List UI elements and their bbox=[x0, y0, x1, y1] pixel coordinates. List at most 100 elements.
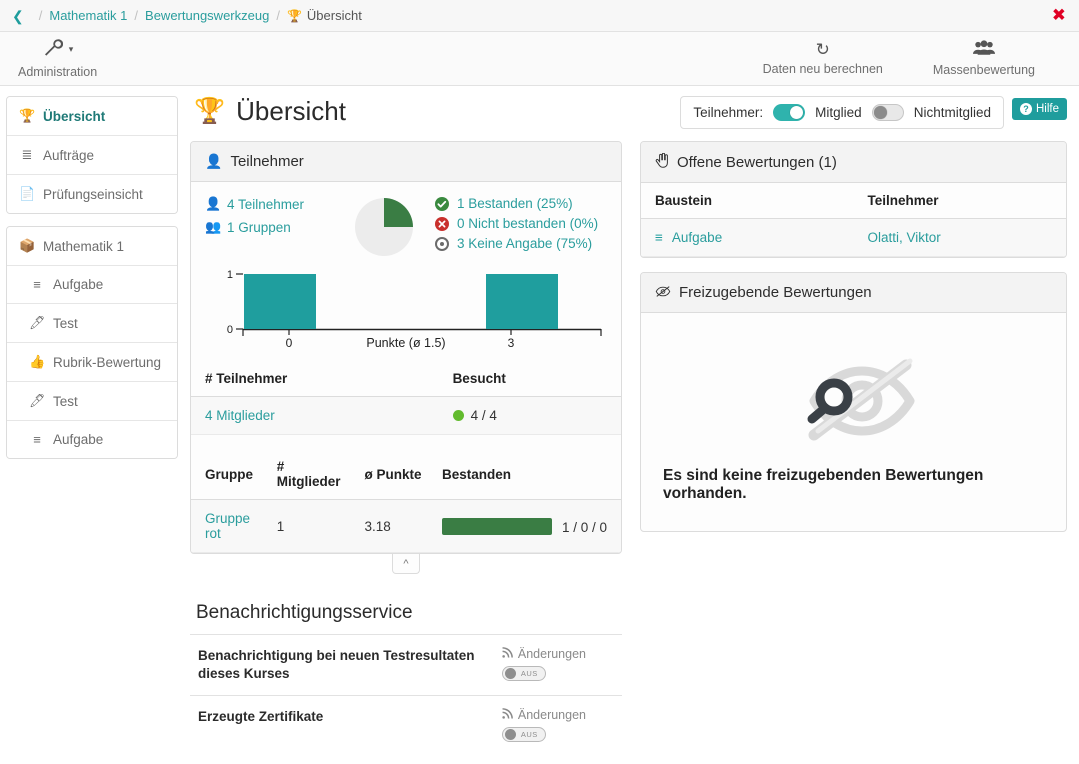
eye-slash-icon bbox=[655, 285, 671, 301]
pencil-square-icon: 🖊 bbox=[29, 393, 46, 408]
page-body: 🏆 Übersicht ≣ Aufträge 📄 Prüfungseinsich… bbox=[0, 86, 1079, 763]
legend-bestanden: 1 Bestanden (25%) bbox=[435, 196, 598, 211]
cell-avg-points: 3.18 bbox=[364, 499, 442, 553]
toggle-knob bbox=[504, 668, 516, 679]
release-assessments-title: Freizugebende Bewertungen bbox=[679, 284, 872, 301]
xtick-0: 0 bbox=[286, 336, 293, 350]
notification-toggle[interactable]: AUS bbox=[501, 666, 546, 681]
trophy-icon: 🏆 bbox=[194, 97, 226, 125]
toggle-nichtmitglied-label: Nichtmitglied bbox=[913, 105, 991, 120]
recalculate-data-button[interactable]: ↻ Daten neu berechnen bbox=[755, 39, 891, 78]
cell-passed: 1 / 0 / 0 bbox=[441, 499, 621, 553]
cell-teilnehmer: Olatti, Viktor bbox=[853, 218, 1066, 257]
members-link[interactable]: 4 Mitglieder bbox=[205, 408, 275, 423]
empty-state-message: Es sind keine freizugebenden Bewertungen… bbox=[663, 467, 984, 502]
notification-label: Erzeugte Zertifikate bbox=[198, 708, 324, 724]
col-teilnehmer: Teilnehmer bbox=[853, 183, 1066, 219]
table-row: 4 Mitglieder 4 / 4 bbox=[191, 396, 621, 435]
pass-distribution-pie-chart bbox=[355, 198, 413, 256]
notification-control: Änderungen AUS bbox=[501, 707, 614, 742]
right-column: Teilnehmer: Mitglied Nichtmitglied ? Hil… bbox=[626, 96, 1079, 763]
bulk-assessment-button[interactable]: Massenbewertung bbox=[925, 38, 1043, 79]
group-link[interactable]: Gruppe rot bbox=[205, 511, 250, 541]
toggle-mitglied[interactable] bbox=[773, 104, 806, 121]
open-assessments-title: Offene Bewertungen (1) bbox=[677, 153, 837, 171]
bar-3 bbox=[486, 274, 558, 329]
toggle-nichtmitglied[interactable] bbox=[871, 104, 904, 121]
close-icon[interactable]: ✖ bbox=[1052, 7, 1066, 24]
col-baustein: Baustein bbox=[641, 183, 854, 219]
participants-panel-title: Teilnehmer bbox=[230, 153, 304, 170]
groups-table: Gruppe # Mitglieder ø Punkte Bestanden G… bbox=[191, 449, 621, 553]
sidebar-item-aufgabe-1[interactable]: ≡ Aufgabe bbox=[7, 266, 177, 304]
sidebar-item-mathematik-1[interactable]: 📦 Mathematik 1 bbox=[7, 227, 177, 266]
task-icon: ≡ bbox=[33, 432, 41, 447]
page-title-text: Übersicht bbox=[236, 96, 346, 126]
members-table: # Teilnehmer Besucht 4 Mitglieder 4 / 4 bbox=[191, 361, 621, 435]
count-gruppen[interactable]: 👥 1 Gruppen bbox=[205, 219, 355, 235]
notification-label: Benachrichtigung bei neuen Testresultate… bbox=[198, 648, 475, 681]
count-gruppen-label: 1 Gruppen bbox=[227, 219, 291, 235]
administration-label: Administration bbox=[18, 64, 98, 79]
sidebar-item-rubrik-bewertung[interactable]: 👍 Rubrik-Bewertung bbox=[7, 343, 177, 382]
toggle-knob bbox=[504, 728, 516, 740]
pass-distribution-legend: 1 Bestanden (25%) 0 Nicht bestanden (0%)… bbox=[435, 196, 598, 256]
sidebar-item-label: Aufgabe bbox=[53, 432, 104, 447]
open-assessments-panel: Offene Bewertungen (1) Baustein Teilnehm… bbox=[640, 141, 1067, 258]
sidebar-item-label: Mathematik 1 bbox=[43, 238, 125, 254]
cell-member-count: 1 bbox=[276, 499, 365, 553]
participants-panel-header: 👤 Teilnehmer bbox=[191, 142, 621, 182]
sidebar-item-uebersicht[interactable]: 🏆 Übersicht bbox=[7, 97, 177, 136]
bulk-assessment-label: Massenbewertung bbox=[932, 63, 1035, 77]
table-header-row: Gruppe # Mitglieder ø Punkte Bestanden bbox=[191, 449, 621, 500]
breadcrumb-bar: ❮ / Mathematik 1 / Bewertungswerkzeug / … bbox=[0, 0, 1079, 32]
sidebar-item-auftraege[interactable]: ≣ Aufträge bbox=[7, 136, 177, 175]
notification-row: Erzeugte Zertifikate Änderungen AUS bbox=[190, 694, 622, 754]
legend-nicht-bestanden-label: 0 Nicht bestanden (0%) bbox=[457, 216, 599, 231]
refresh-icon: ↻ bbox=[815, 40, 830, 59]
sidebar-group-course: 📦 Mathematik 1 ≡ Aufgabe 🖊 Test 👍 Rubrik… bbox=[6, 226, 178, 459]
administration-button[interactable]: ▾ Administration bbox=[10, 37, 105, 81]
filter-label: Teilnehmer: bbox=[693, 105, 764, 120]
changes-label: Änderungen bbox=[517, 647, 586, 661]
toolbar-right-group: ↻ Daten neu berechnen Massenbewertung bbox=[755, 38, 1069, 79]
toggle-mitglied-label: Mitglied bbox=[815, 105, 862, 120]
points-bar-chart-svg: 1 0 0 3 Punkte (ø 1.5) bbox=[227, 269, 602, 350]
notification-toggle[interactable]: AUS bbox=[501, 726, 546, 742]
passed-value: 1 / 0 / 0 bbox=[561, 519, 607, 535]
count-teilnehmer[interactable]: 👤 4 Teilnehmer bbox=[205, 196, 355, 212]
sidebar-group-primary: 🏆 Übersicht ≣ Aufträge 📄 Prüfungseinsich… bbox=[6, 96, 178, 214]
toggle-state-label: AUS bbox=[520, 729, 538, 739]
notification-service-section: Benachrichtigungsservice Benachrichtigun… bbox=[190, 602, 622, 754]
sidebar: 🏆 Übersicht ≣ Aufträge 📄 Prüfungseinsich… bbox=[0, 96, 186, 763]
chevron-up-icon: ^ bbox=[403, 557, 409, 570]
status-dot-icon bbox=[452, 410, 464, 421]
sidebar-item-label: Prüfungseinsicht bbox=[43, 186, 143, 202]
toggle-state-label: AUS bbox=[520, 669, 538, 678]
col-bestanden: Bestanden bbox=[441, 449, 621, 500]
users-icon bbox=[972, 40, 995, 60]
cell-baustein: ≡ Aufgabe bbox=[641, 218, 854, 257]
search-eye-slash-icon bbox=[807, 358, 914, 441]
toggle-knob bbox=[873, 106, 887, 119]
baustein-link[interactable]: Aufgabe bbox=[672, 230, 722, 245]
rss-icon bbox=[502, 707, 513, 722]
back-icon[interactable]: ❮ bbox=[8, 9, 32, 23]
trophy-icon: 🏆 bbox=[19, 108, 36, 123]
main-column: 🏆 Übersicht 👤 Teilnehmer 👤 4 Teilnehmer … bbox=[186, 96, 626, 763]
xtick-3: 3 bbox=[508, 336, 515, 350]
sidebar-item-test-2[interactable]: 🖊 Test bbox=[7, 382, 177, 421]
legend-keine-angabe-label: 3 Keine Angabe (75%) bbox=[457, 236, 593, 251]
collapse-panel-button[interactable]: ^ bbox=[392, 554, 420, 574]
sidebar-item-test-1[interactable]: 🖊 Test bbox=[7, 304, 177, 343]
sidebar-item-pruefungseinsicht[interactable]: 📄 Prüfungseinsicht bbox=[7, 175, 177, 213]
sidebar-item-label: Aufgabe bbox=[53, 277, 104, 292]
teilnehmer-link[interactable]: Olatti, Viktor bbox=[868, 230, 941, 245]
rss-icon bbox=[502, 647, 513, 661]
breadcrumb-link-course[interactable]: Mathematik 1 bbox=[49, 8, 127, 23]
breadcrumb-link-tool[interactable]: Bewertungswerkzeug bbox=[145, 8, 269, 23]
x-circle-icon bbox=[435, 216, 449, 231]
sidebar-item-aufgabe-2[interactable]: ≡ Aufgabe bbox=[7, 421, 177, 458]
legend-keine-angabe: 3 Keine Angabe (75%) bbox=[435, 236, 598, 251]
help-button[interactable]: ? Hilfe bbox=[1011, 98, 1067, 120]
